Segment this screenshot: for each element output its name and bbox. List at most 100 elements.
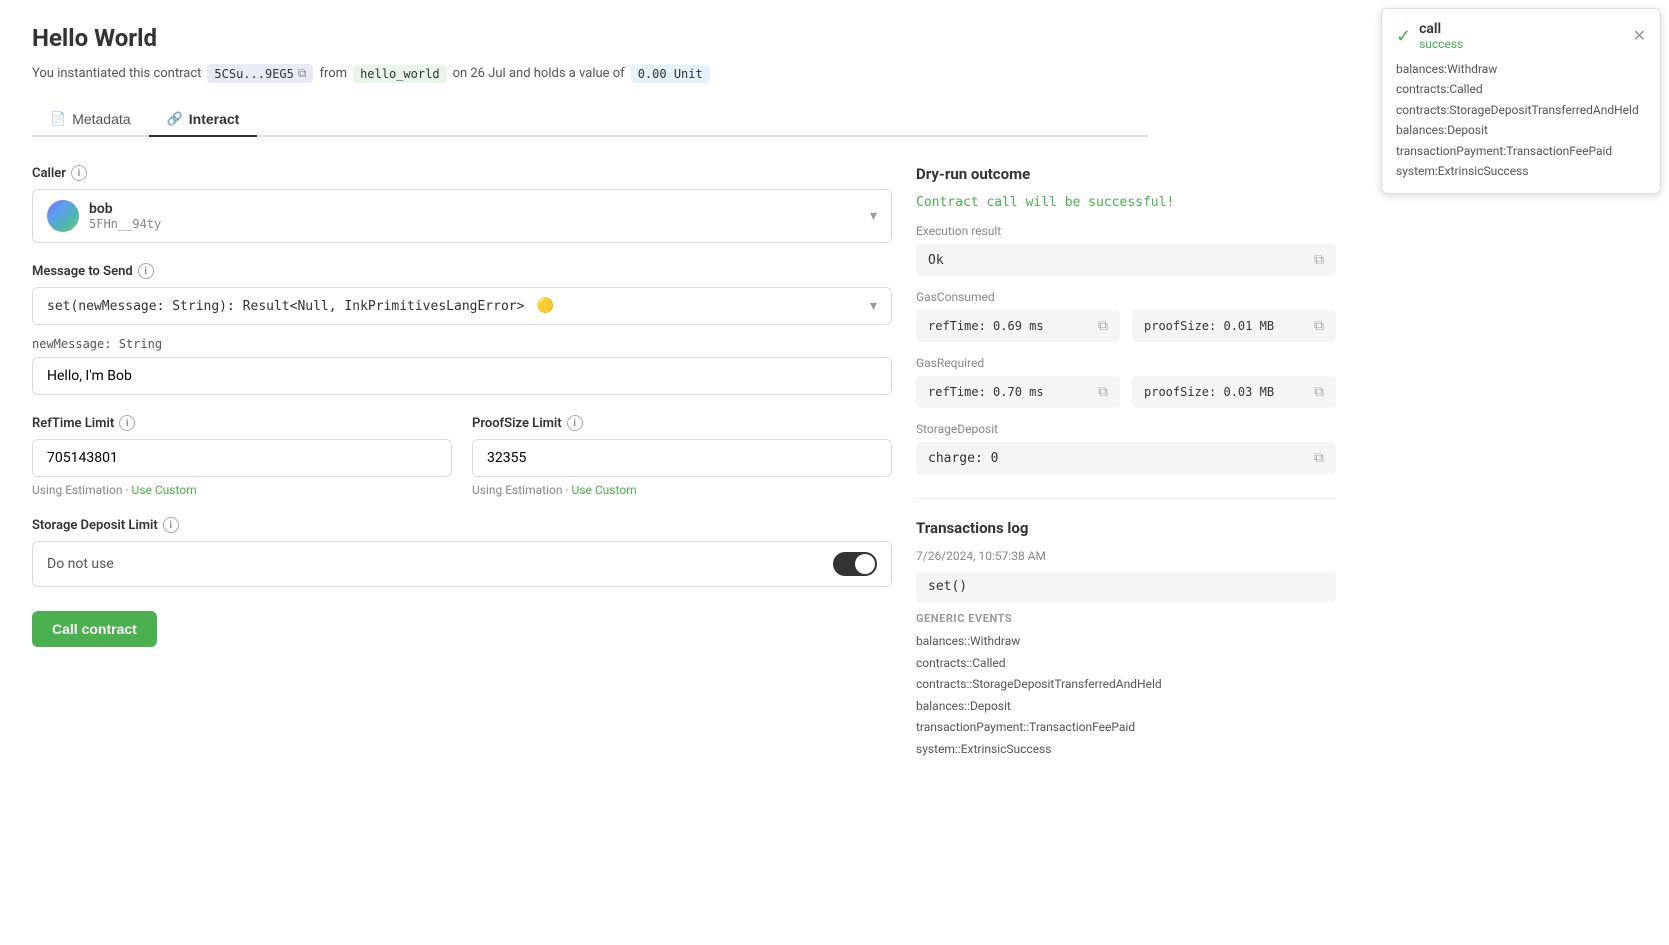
gas-required-label: GasRequired	[916, 356, 1336, 370]
refTime-label-text: RefTime Limit	[32, 416, 114, 431]
gas-consumed-row: refTime: 0.69 ms ⧉ proofSize: 0.01 MB ⧉	[916, 310, 1336, 342]
avatar	[47, 200, 79, 232]
refTime-use-custom-link[interactable]: Use Custom	[132, 483, 197, 497]
storage-deposit-row: Do not use	[32, 541, 892, 587]
storage-deposit-result-value: charge: 0	[928, 451, 998, 466]
metadata-tab-icon: 📄	[50, 111, 66, 127]
event-item: transactionPayment::TransactionFeePaid	[916, 717, 1336, 739]
message-dropdown[interactable]: set(newMessage: String): Result<Null, In…	[32, 287, 892, 325]
refTime-estimation: Using Estimation · Use Custom	[32, 483, 452, 497]
caller-address: 5FHn__94ty	[89, 217, 161, 231]
gas-required-proofsize-box: proofSize: 0.03 MB ⧉	[1132, 376, 1336, 408]
log-call-box: set()	[916, 571, 1336, 602]
event-item: balances::Withdraw	[916, 631, 1336, 653]
notification-event: balances:Deposit	[1396, 120, 1646, 140]
copy-address-icon[interactable]: ⧉	[298, 66, 307, 81]
tabs: 📄 Metadata 🔗 Interact	[32, 103, 1148, 137]
storage-deposit-result-copy[interactable]: ⧉	[1314, 450, 1324, 466]
storage-deposit-placeholder: Do not use	[47, 556, 114, 572]
refTime-estimation-text: Using Estimation ·	[32, 483, 132, 497]
notification-title: call	[1419, 21, 1463, 37]
gas-required-row: refTime: 0.70 ms ⧉ proofSize: 0.03 MB ⧉	[916, 376, 1336, 408]
contract-address-badge[interactable]: 5CSu...9EG5 ⧉	[207, 64, 313, 83]
proofSize-use-custom-link[interactable]: Use Custom	[572, 483, 637, 497]
page: ✓ call success ✕ balances:Withdraw contra…	[0, 0, 1669, 945]
message-value: set(newMessage: String): Result<Null, In…	[47, 299, 524, 314]
caller-label: Caller i	[32, 165, 892, 181]
gas-required-reftime-copy[interactable]: ⧉	[1098, 384, 1108, 400]
refTime-label: RefTime Limit i	[32, 415, 452, 431]
transactions-log-section: Transactions log 7/26/2024, 10:57:38 AM …	[916, 519, 1336, 761]
gas-consumed-proofsize-value: proofSize: 0.01 MB	[1144, 319, 1274, 333]
call-contract-button[interactable]: Call contract	[32, 611, 157, 647]
gas-consumed-proofsize-copy[interactable]: ⧉	[1314, 318, 1324, 334]
gas-consumed-reftime-copy[interactable]: ⧉	[1098, 318, 1108, 334]
notification-event: contracts:StorageDepositTransferredAndHe…	[1396, 100, 1646, 120]
notification-event: transactionPayment:TransactionFeePaid	[1396, 141, 1646, 161]
toggle-knob	[855, 554, 875, 574]
execution-result-box: Ok ⧉	[916, 244, 1336, 276]
refTime-input[interactable]	[32, 439, 452, 477]
proofSize-estimation-text: Using Estimation ·	[472, 483, 572, 497]
notification-banner: ✓ call success ✕ balances:Withdraw contra…	[1381, 8, 1661, 194]
tab-interact[interactable]: 🔗 Interact	[149, 103, 258, 137]
gas-required-reftime-box: refTime: 0.70 ms ⧉	[916, 376, 1120, 408]
proofSize-input[interactable]	[472, 439, 892, 477]
caller-label-text: Caller	[32, 166, 66, 181]
storage-deposit-toggle[interactable]	[833, 552, 877, 576]
main-content: Hello World You instantiated this contra…	[0, 0, 1180, 785]
execution-result-label: Execution result	[916, 224, 1336, 238]
page-title: Hello World	[32, 24, 1148, 52]
notification-title-row: ✓ call success	[1396, 21, 1463, 51]
refTime-info-icon: i	[119, 415, 135, 431]
event-item: balances::Deposit	[916, 696, 1336, 718]
gas-consumed-reftime-box: refTime: 0.69 ms ⧉	[916, 310, 1120, 342]
caller-dropdown[interactable]: bob 5FHn__94ty ▾	[32, 189, 892, 243]
date-label: on 26 Jul and holds a value of	[453, 66, 625, 81]
transactions-log-title: Transactions log	[916, 519, 1336, 537]
execution-result-value: Ok	[928, 253, 944, 268]
proofSize-label: ProofSize Limit i	[472, 415, 892, 431]
message-label: Message to Send i	[32, 263, 892, 279]
caller-info-icon: i	[71, 165, 87, 181]
contract-name-badge: hello_world	[353, 65, 446, 83]
notification-close-button[interactable]: ✕	[1633, 26, 1646, 46]
gas-consumed-proofsize-col: proofSize: 0.01 MB ⧉	[1132, 310, 1336, 342]
dry-run-section: Dry-run outcome Contract call will be su…	[916, 165, 1336, 474]
gas-consumed-reftime-col: refTime: 0.69 ms ⧉	[916, 310, 1120, 342]
refTime-column: RefTime Limit i Using Estimation · Use C…	[32, 415, 452, 517]
from-label: from	[319, 66, 347, 81]
caller-name: bob	[89, 201, 161, 217]
metadata-tab-label: Metadata	[72, 111, 130, 127]
notification-header: ✓ call success ✕	[1396, 21, 1646, 51]
interact-tab-icon: 🔗	[167, 111, 183, 127]
subtitle-prefix: You instantiated this contract	[32, 66, 201, 81]
caller-info: bob 5FHn__94ty	[47, 200, 161, 232]
message-chevron-icon: ▾	[870, 298, 877, 314]
two-column-layout: Caller i bob 5FHn__94ty ▾ Message t	[32, 165, 1148, 761]
notification-status: success	[1419, 37, 1463, 51]
event-item: contracts::StorageDepositTransferredAndH…	[916, 674, 1336, 696]
tab-metadata[interactable]: 📄 Metadata	[32, 103, 149, 137]
storage-deposit-info-icon: i	[163, 517, 179, 533]
notification-event: balances:Withdraw	[1396, 59, 1646, 79]
log-timestamp: 7/26/2024, 10:57:38 AM	[916, 549, 1336, 563]
gas-required-reftime-value: refTime: 0.70 ms	[928, 385, 1044, 399]
gas-consumed-proofsize-box: proofSize: 0.01 MB ⧉	[1132, 310, 1336, 342]
storage-deposit-label-text: Storage Deposit Limit	[32, 518, 158, 533]
message-info-icon: i	[138, 263, 154, 279]
caller-chevron-icon: ▾	[870, 208, 877, 224]
divider	[916, 498, 1336, 499]
proofSize-label-text: ProofSize Limit	[472, 416, 562, 431]
storage-deposit-section-label: Storage Deposit Limit i	[32, 517, 892, 533]
gas-required-proofsize-col: proofSize: 0.03 MB ⧉	[1132, 376, 1336, 408]
param-label: newMessage: String	[32, 337, 892, 351]
notification-event: system:ExtrinsicSuccess	[1396, 161, 1646, 181]
storage-deposit-result-box: charge: 0 ⧉	[916, 442, 1336, 474]
success-text: Contract call will be successful!	[916, 195, 1336, 210]
value-badge: 0.00 Unit	[631, 65, 710, 83]
gas-required-proofsize-copy[interactable]: ⧉	[1314, 384, 1324, 400]
param-input[interactable]	[32, 357, 892, 395]
gas-required-reftime-col: refTime: 0.70 ms ⧉	[916, 376, 1120, 408]
execution-result-copy-icon[interactable]: ⧉	[1314, 252, 1324, 268]
